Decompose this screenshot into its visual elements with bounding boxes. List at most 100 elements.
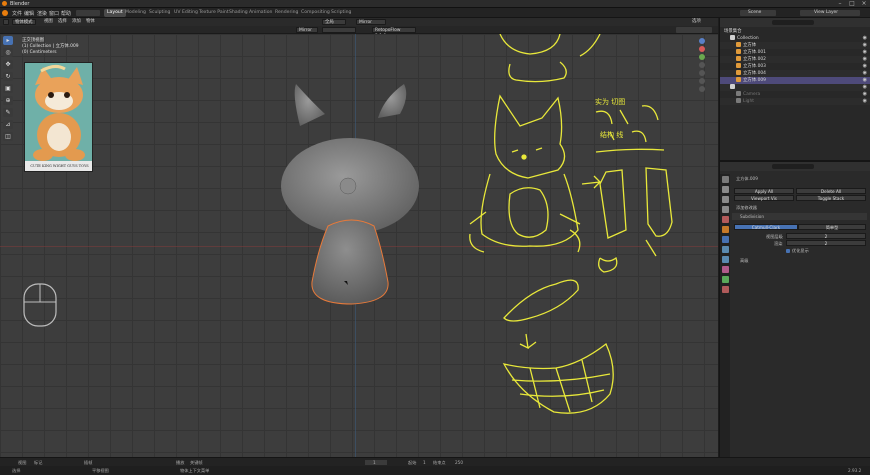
toggle-stack-button[interactable]: Toggle Stack <box>796 195 866 201</box>
options-dropdown[interactable]: 选项 <box>690 19 703 25</box>
current-frame-field[interactable]: 1 <box>365 460 387 465</box>
apply-all-button[interactable]: Apply All <box>734 188 794 194</box>
timeline-playback-menu[interactable]: 播放 <box>176 459 184 466</box>
visibility-eye-icon[interactable]: ◉ <box>863 35 867 42</box>
menu-object[interactable]: 物体 <box>84 19 97 25</box>
end-frame-value[interactable]: 250 <box>455 459 463 466</box>
editor-type-button[interactable] <box>3 19 9 25</box>
mirror-toggle[interactable]: Mirror <box>296 27 318 33</box>
menu-add[interactable]: 添加 <box>70 19 83 25</box>
perspective-icon[interactable] <box>699 86 705 92</box>
timeline-keyframe-menu[interactable]: 关键帧 <box>190 459 203 466</box>
camera-view-icon[interactable] <box>699 78 705 84</box>
outliner-row[interactable]: 立方体 ◉ <box>720 42 870 49</box>
viewport-vis-button[interactable]: Viewport Vis <box>734 195 794 201</box>
3d-viewport[interactable]: 实为 切图 结构 线 <box>0 34 718 457</box>
snapping-field[interactable] <box>322 27 356 33</box>
data-tab-icon[interactable] <box>721 276 729 283</box>
menu-select[interactable]: 选择 <box>56 19 69 25</box>
outliner-row[interactable]: Light ◉ <box>720 98 870 105</box>
tab-animation[interactable]: Animation <box>246 9 275 17</box>
mode-dropdown[interactable]: 物体模式 <box>12 19 36 25</box>
minimize-icon[interactable]: – <box>834 0 846 8</box>
menu-file[interactable]: 文件 <box>12 10 22 17</box>
add-cube-icon[interactable]: ◫ <box>3 132 13 141</box>
tab-scripting[interactable]: Scripting <box>328 9 354 17</box>
properties-search-input[interactable] <box>772 164 814 169</box>
visibility-eye-icon[interactable]: ◉ <box>863 91 867 98</box>
maximize-icon[interactable]: □ <box>846 0 858 8</box>
annotate-icon[interactable]: ✎ <box>3 108 13 117</box>
snap-dropdown[interactable]: Mirror <box>356 19 386 25</box>
tab-sculpting[interactable]: Sculpting <box>146 9 173 17</box>
outliner-row[interactable]: ◉ <box>720 84 870 91</box>
fox-model[interactable] <box>270 74 450 314</box>
reference-image[interactable]: CUTE KING WIGHT GUYS TOYS <box>24 62 93 172</box>
particles-tab-icon[interactable] <box>721 246 729 253</box>
constraints-tab-icon[interactable] <box>721 266 729 273</box>
world-tab-icon[interactable] <box>721 226 729 233</box>
visibility-eye-icon[interactable]: ◉ <box>863 98 867 105</box>
visibility-eye-icon[interactable]: ◉ <box>863 49 867 56</box>
outliner-search-input[interactable] <box>772 20 814 25</box>
z-axis-icon[interactable] <box>699 38 705 44</box>
visibility-eye-icon[interactable]: ◉ <box>863 56 867 63</box>
outliner-row[interactable]: Collection ◉ <box>720 35 870 42</box>
advanced-subpanel[interactable]: 高级 <box>740 258 748 264</box>
catmull-clark-tab[interactable]: Catmull-Clark <box>734 224 798 230</box>
measure-icon[interactable]: ⊿ <box>3 120 13 129</box>
visibility-eye-icon[interactable]: ◉ <box>863 70 867 77</box>
retopoflow-button[interactable]: RetopoFlow 3.1.0 <box>372 27 416 39</box>
modifier-tab-icon[interactable] <box>721 236 729 243</box>
transform-icon[interactable]: ⊕ <box>3 96 13 105</box>
x-axis-icon[interactable] <box>699 46 705 52</box>
outliner-row[interactable]: 立方体.003 ◉ <box>720 63 870 70</box>
blender-menu-icon[interactable] <box>2 10 8 16</box>
close-icon[interactable]: × <box>858 0 870 8</box>
outliner-row[interactable]: Camera ◉ <box>720 91 870 98</box>
material-tab-icon[interactable] <box>721 286 729 293</box>
visibility-eye-icon[interactable]: ◉ <box>863 63 867 70</box>
cursor-icon[interactable]: ◎ <box>3 48 13 57</box>
scale-icon[interactable]: ▣ <box>3 84 13 93</box>
menu-render[interactable]: 渲染 <box>37 10 47 17</box>
select-box-icon[interactable]: ▸ <box>3 36 13 45</box>
levels-viewport-field[interactable]: 2 <box>786 233 866 239</box>
view-layer-tab-icon[interactable] <box>721 206 729 213</box>
delete-all-button[interactable]: Delete All <box>796 188 866 194</box>
timeline-keying-menu[interactable]: 插帧 <box>84 459 92 466</box>
render-tab-icon[interactable] <box>721 186 729 193</box>
pan-icon[interactable] <box>699 70 705 76</box>
outliner-row[interactable]: 立方体.009 ◉ <box>720 77 870 84</box>
outliner-row[interactable]: 立方体.002 ◉ <box>720 56 870 63</box>
visibility-eye-icon[interactable]: ◉ <box>863 77 867 84</box>
start-frame-value[interactable]: 1 <box>423 459 426 466</box>
modifier-panel-header[interactable]: Subdivision <box>732 213 867 220</box>
modifier-name-field[interactable]: Subdivision <box>740 214 764 219</box>
timeline-view-menu[interactable]: 视图 <box>18 459 26 466</box>
quick-tools-group[interactable] <box>76 10 100 16</box>
y-axis-icon[interactable] <box>699 54 705 60</box>
add-modifier-dropdown[interactable]: 添加修改器 <box>736 205 757 211</box>
move-icon[interactable]: ✥ <box>3 60 13 69</box>
visibility-eye-icon[interactable]: ◉ <box>863 84 867 91</box>
physics-tab-icon[interactable] <box>721 256 729 263</box>
outliner-root[interactable]: 场景集合 <box>720 28 870 35</box>
outliner-row[interactable]: 立方体.001 ◉ <box>720 49 870 56</box>
outliner-row[interactable]: 立方体.004 ◉ <box>720 70 870 77</box>
menu-window[interactable]: 窗口 <box>49 10 59 17</box>
visibility-eye-icon[interactable]: ◉ <box>863 42 867 49</box>
tool-tab-icon[interactable] <box>721 176 729 183</box>
zoom-icon[interactable] <box>699 62 705 68</box>
orientation-dropdown[interactable]: 全局 <box>322 19 346 25</box>
output-tab-icon[interactable] <box>721 196 729 203</box>
optimal-display-checkbox[interactable] <box>786 249 790 253</box>
rotate-icon[interactable]: ↻ <box>3 72 13 81</box>
tab-modeling[interactable]: Modeling <box>122 9 149 17</box>
scene-tab-icon[interactable] <box>721 216 729 223</box>
timeline-marker-menu[interactable]: 标记 <box>34 459 42 466</box>
menu-help[interactable]: 帮助 <box>61 10 71 17</box>
menu-edit[interactable]: 编辑 <box>24 10 34 17</box>
navigation-gizmo[interactable] <box>690 36 714 108</box>
shading-buttons[interactable] <box>676 27 712 33</box>
